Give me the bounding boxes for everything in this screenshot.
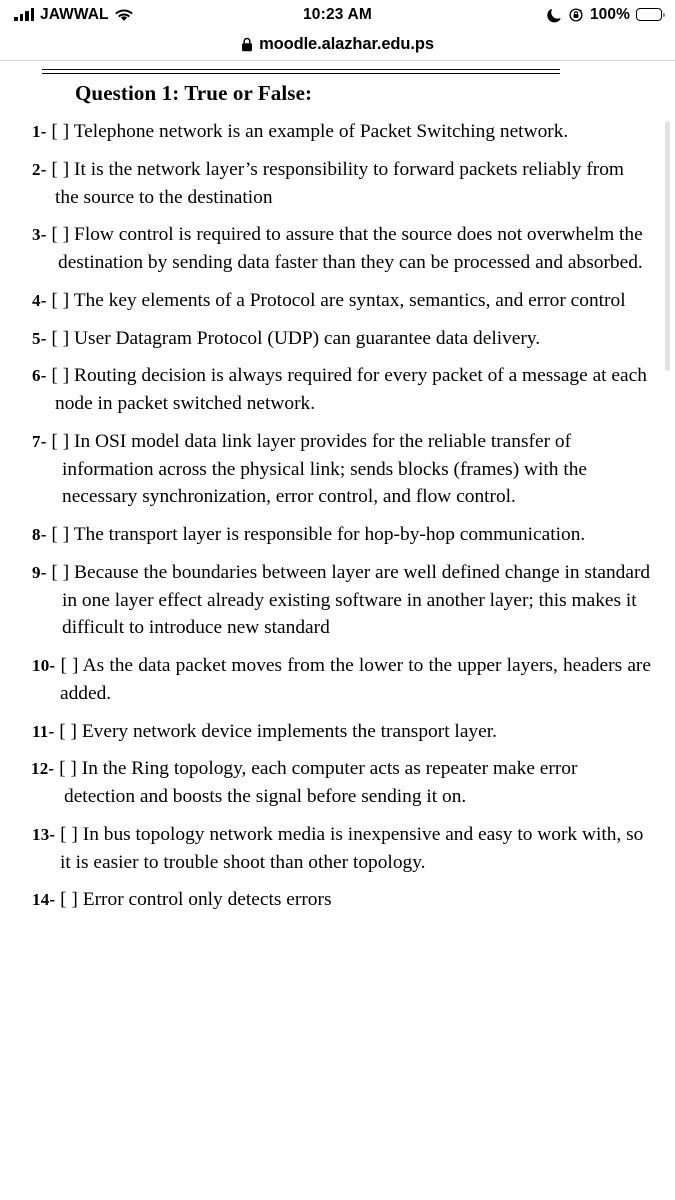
list-item: 6- [ ] Routing decision is always requir… <box>0 362 675 418</box>
item-text: Every network device implements the tran… <box>81 720 497 742</box>
list-item: 9- [ ] Because the boundaries between la… <box>0 559 675 642</box>
list-item: 4- [ ] The key elements of a Protocol ar… <box>0 287 675 315</box>
header-double-rule <box>42 69 560 74</box>
item-number: 11- <box>32 721 55 741</box>
item-number: 13- <box>32 824 56 844</box>
item-number: 8- <box>32 525 47 544</box>
page-title: Question 1: True or False: <box>75 81 675 106</box>
item-text: The transport layer is responsible for h… <box>73 524 586 545</box>
answer-bracket[interactable]: [ ] <box>59 721 77 742</box>
answer-bracket[interactable]: [ ] <box>51 159 69 180</box>
ios-status-bar: JAWWAL 10:23 AM 100% <box>0 0 675 29</box>
browser-url-bar[interactable]: moodle.alazhar.edu.ps <box>0 29 675 60</box>
answer-bracket[interactable]: [ ] <box>59 758 77 779</box>
item-number: 6- <box>32 366 47 386</box>
signal-bars-icon <box>14 8 34 21</box>
item-number: 14- <box>32 890 56 910</box>
url-text[interactable]: moodle.alazhar.edu.ps <box>259 35 434 54</box>
answer-bracket[interactable]: [ ] <box>51 224 69 245</box>
question-list: 1- [ ] Telephone network is an example o… <box>0 118 675 914</box>
item-text: In the Ring topology, each computer acts… <box>64 758 578 807</box>
answer-bracket[interactable]: [ ] <box>51 524 69 545</box>
answer-bracket[interactable]: [ ] <box>51 328 69 349</box>
item-text: Routing decision is always required for … <box>55 365 647 414</box>
battery-icon <box>636 8 665 21</box>
item-text: It is the network layer’s responsibility… <box>55 158 625 208</box>
answer-bracket[interactable]: [ ] <box>51 290 69 311</box>
item-number: 9- <box>32 562 47 582</box>
status-bar-left: JAWWAL <box>14 7 133 23</box>
answer-bracket[interactable]: [ ] <box>60 655 78 676</box>
question-title-suffix: : True or False: <box>172 81 313 105</box>
item-text: Error control only detects errors <box>82 889 332 911</box>
item-text: As the data packet moves from the lower … <box>60 655 651 704</box>
list-item: 7- [ ] In OSI model data link layer prov… <box>0 428 675 511</box>
item-text: Because the boundaries between layer are… <box>62 561 651 639</box>
rotation-lock-icon <box>568 7 584 23</box>
item-text: User Datagram Protocol (UDP) can guarant… <box>74 327 541 349</box>
document-viewport[interactable]: Question 1: True or False: 1- [ ] Teleph… <box>0 61 675 1200</box>
item-number: 4- <box>32 290 47 310</box>
moon-icon <box>547 7 562 23</box>
item-text: The key elements of a Protocol are synta… <box>73 289 626 311</box>
question-number-label: Question 1 <box>75 81 173 105</box>
status-bar-right: 100% <box>547 5 665 24</box>
wifi-icon <box>114 8 133 22</box>
item-text: In OSI model data link layer provides fo… <box>62 430 588 508</box>
item-number: 5- <box>32 328 47 348</box>
lock-icon <box>241 37 253 52</box>
battery-percent-label: 100% <box>589 5 630 23</box>
item-number: 7- <box>32 431 47 451</box>
answer-bracket[interactable]: [ ] <box>60 824 78 845</box>
list-item: 1- [ ] Telephone network is an example o… <box>0 118 675 146</box>
item-text: Telephone network is an example of Packe… <box>73 121 569 142</box>
item-text: In bus topology network media is inexpen… <box>60 823 644 873</box>
list-item: 10- [ ] As the data packet moves from th… <box>0 652 675 708</box>
item-number: 2- <box>32 159 47 179</box>
answer-bracket[interactable]: [ ] <box>51 562 69 583</box>
carrier-label: JAWWAL <box>40 5 109 23</box>
list-item: 3- [ ] Flow control is required to assur… <box>0 221 675 277</box>
exam-document: Question 1: True or False: 1- [ ] Teleph… <box>0 69 675 914</box>
answer-bracket[interactable]: [ ] <box>60 889 78 910</box>
answer-bracket[interactable]: [ ] <box>51 121 69 142</box>
list-item: 11- [ ] Every network device implements … <box>0 718 675 746</box>
list-item: 5- [ ] User Datagram Protocol (UDP) can … <box>0 325 675 353</box>
answer-bracket[interactable]: [ ] <box>51 431 69 452</box>
list-item: 14- [ ] Error control only detects error… <box>0 886 675 914</box>
item-number: 12- <box>31 759 55 779</box>
list-item: 2- [ ] It is the network layer’s respons… <box>0 156 675 212</box>
list-item: 8- [ ] The transport layer is responsibl… <box>0 521 675 549</box>
item-number: 1- <box>32 122 47 141</box>
item-number: 3- <box>32 225 47 245</box>
item-number: 10- <box>32 656 56 675</box>
item-text: Flow control is required to assure that … <box>58 224 643 273</box>
list-item: 12- [ ] In the Ring topology, each compu… <box>0 755 675 811</box>
answer-bracket[interactable]: [ ] <box>51 365 69 386</box>
list-item: 13- [ ] In bus topology network media is… <box>0 821 675 877</box>
